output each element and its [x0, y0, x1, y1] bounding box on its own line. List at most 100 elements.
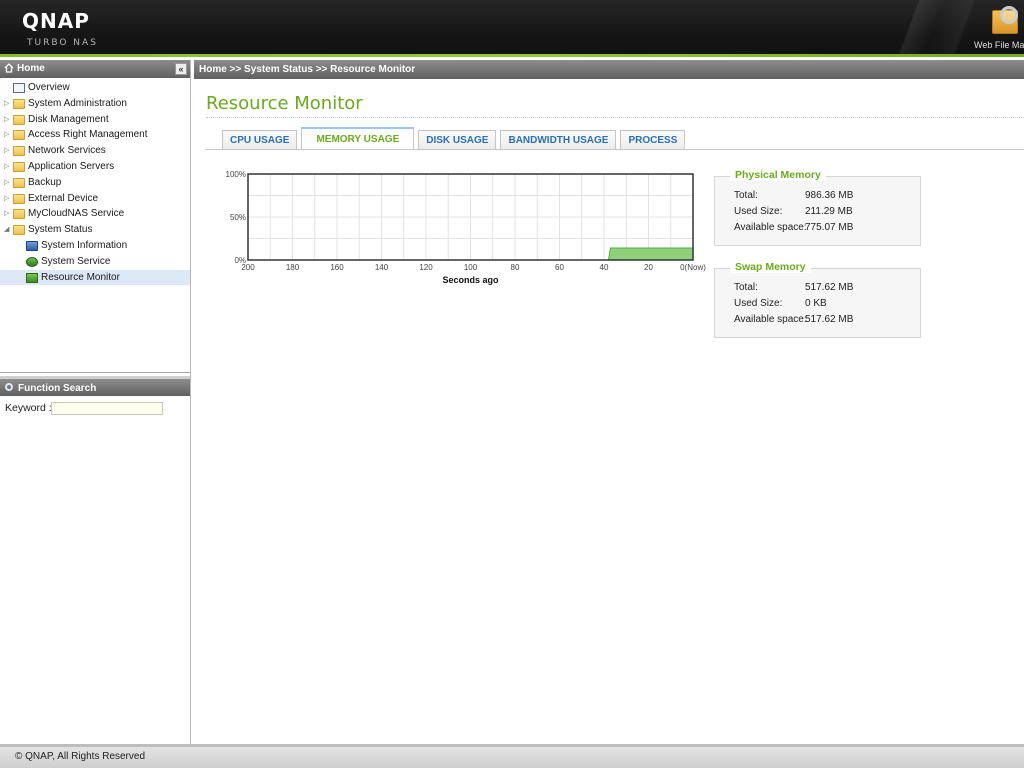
- y-tick-label: 0%: [234, 256, 246, 265]
- expanded-arrow-icon[interactable]: ◢: [4, 222, 9, 238]
- page-title: Resource Monitor: [206, 93, 363, 114]
- physical-memory-title: Physical Memory: [730, 169, 826, 181]
- swap-total-label: Total:: [734, 282, 758, 293]
- x-tick-label: 0(Now): [680, 263, 706, 272]
- product-name: TURBO NAS: [27, 38, 98, 48]
- navigation-tree: Overview ▷ System Administration ▷ Disk Mana…: [0, 78, 190, 373]
- expand-arrow-icon[interactable]: ▷: [4, 96, 9, 112]
- function-search-title: Function Search: [18, 383, 97, 394]
- collapse-sidebar-button[interactable]: «: [175, 63, 187, 75]
- chart-svg: 200 180 160 140 120 100 80 60 40 20 0(Now)0%50%100…: [226, 170, 707, 285]
- x-tick-label: 140: [375, 263, 389, 272]
- sidebar-item-label: External Device: [28, 192, 99, 204]
- physical-total-value: 986.36 MB: [805, 190, 854, 201]
- sidebar-item-label: System Information: [41, 239, 128, 251]
- folder-icon: [13, 193, 25, 204]
- physical-used-label: Used Size:: [734, 206, 783, 217]
- physical-available-value: 775.07 MB: [805, 222, 854, 233]
- title-divider: [206, 117, 1024, 118]
- header-divider: [0, 54, 1024, 57]
- y-tick-label: 100%: [226, 170, 246, 179]
- swap-memory-title: Swap Memory: [730, 261, 811, 273]
- overview-icon: [13, 83, 25, 93]
- physical-available-label: Available space:: [734, 222, 807, 233]
- magnifier-icon: [1000, 6, 1018, 24]
- sidebar-item-overview[interactable]: Overview: [0, 80, 190, 96]
- expand-arrow-icon[interactable]: ▷: [4, 191, 9, 207]
- sidebar-item-label: Resource Monitor: [41, 271, 120, 283]
- folder-icon: [13, 130, 25, 141]
- system-info-icon: [26, 240, 38, 251]
- physical-memory-box: Physical Memory Total: 986.36 MB Used Si…: [714, 169, 921, 246]
- sidebar-item-label: Disk Management: [28, 113, 109, 125]
- keyword-input[interactable]: [51, 402, 163, 415]
- expand-arrow-icon[interactable]: ▷: [4, 127, 9, 143]
- swap-memory-box: Swap Memory Total: 517.62 MB Used Size: …: [714, 261, 921, 338]
- x-tick-label: 80: [511, 263, 520, 272]
- x-tick-label: 120: [419, 263, 433, 272]
- sidebar-item-system-service[interactable]: System Service: [0, 254, 190, 270]
- sidebar-item-external-device[interactable]: ▷ External Device: [0, 191, 190, 207]
- folder-open-icon: [13, 225, 25, 236]
- sidebar-item-label: MyCloudNAS Service: [28, 208, 125, 220]
- sidebar: Home « Overview ▷ System Administration ▷ Di…: [0, 60, 191, 744]
- tab-bar: CPU USAGE MEMORY USAGE DISK USAGE BANDWIDTH…: [222, 127, 686, 149]
- breadcrumb: Home >> System Status >> Resource Monito…: [194, 60, 1024, 79]
- main-content: Resource Monitor CPU USAGE MEMORY USAGE DI…: [194, 79, 1024, 744]
- folder-icon: [13, 114, 25, 125]
- tab-divider: [206, 149, 1024, 150]
- sidebar-item-system-administration[interactable]: ▷ System Administration: [0, 96, 190, 112]
- expand-arrow-icon[interactable]: ▷: [4, 112, 9, 128]
- keyword-label: Keyword :: [5, 402, 52, 414]
- sidebar-item-system-status[interactable]: ◢ System Status: [0, 222, 190, 238]
- swap-total-value: 517.62 MB: [805, 282, 854, 293]
- sidebar-header: Home «: [0, 60, 190, 78]
- expand-arrow-icon[interactable]: ▷: [4, 143, 9, 159]
- sidebar-item-label: Backup: [28, 176, 62, 188]
- sidebar-item-access-right-management[interactable]: ▷ Access Right Management: [0, 127, 190, 143]
- x-tick-label: 100: [464, 263, 478, 272]
- sidebar-item-application-servers[interactable]: ▷ Application Servers: [0, 159, 190, 175]
- tab-bandwidth-usage[interactable]: BANDWIDTH USAGE: [500, 130, 617, 149]
- y-tick-label: 50%: [230, 213, 246, 222]
- x-tick-label: 180: [286, 263, 300, 272]
- sidebar-item-network-services[interactable]: ▷ Network Services: [0, 143, 190, 159]
- tab-process[interactable]: PROCESS: [620, 130, 686, 149]
- physical-used-value: 211.29 MB: [805, 206, 853, 217]
- physical-total-label: Total:: [734, 190, 758, 201]
- swap-available-label: Available space:: [734, 314, 807, 325]
- sidebar-item-mycloudnas-service[interactable]: ▷ MyCloudNAS Service: [0, 206, 190, 222]
- swap-used-label: Used Size:: [734, 298, 783, 309]
- system-service-icon: [26, 256, 38, 267]
- footer: © QNAP, All Rights Reserved: [0, 744, 1024, 768]
- tab-cpu-usage[interactable]: CPU USAGE: [222, 130, 298, 149]
- sidebar-item-system-information[interactable]: System Information: [0, 238, 190, 254]
- brand-logo: QNAP: [22, 9, 90, 33]
- tab-disk-usage[interactable]: DISK USAGE: [418, 130, 497, 149]
- sidebar-item-label: Access Right Management: [28, 129, 148, 141]
- search-icon: [5, 383, 13, 391]
- expand-arrow-icon[interactable]: ▷: [4, 159, 9, 175]
- web-file-manager-label: Web File Ma: [974, 40, 1024, 50]
- expand-arrow-icon[interactable]: ▷: [4, 175, 9, 191]
- sidebar-item-label: System Service: [41, 255, 111, 267]
- sidebar-item-resource-monitor[interactable]: Resource Monitor: [0, 269, 190, 286]
- expand-arrow-icon[interactable]: ▷: [4, 206, 9, 222]
- sidebar-item-label: Network Services: [28, 145, 106, 157]
- home-icon: [4, 63, 14, 73]
- swap-available-value: 517.62 MB: [805, 314, 854, 325]
- sidebar-title: Home: [17, 63, 45, 74]
- function-search-header: Function Search: [0, 376, 190, 396]
- x-tick-label: 160: [330, 263, 344, 272]
- folder-icon: [13, 209, 25, 220]
- x-tick-label: 60: [555, 263, 564, 272]
- sidebar-item-backup[interactable]: ▷ Backup: [0, 175, 190, 191]
- series-area-0: [607, 247, 694, 261]
- tab-memory-usage[interactable]: MEMORY USAGE: [301, 127, 415, 149]
- x-axis-label: Seconds ago: [442, 275, 499, 285]
- sidebar-item-disk-management[interactable]: ▷ Disk Management: [0, 112, 190, 128]
- folder-icon: [13, 177, 25, 188]
- x-tick-label: 20: [644, 263, 653, 272]
- sidebar-item-label: Application Servers: [28, 160, 115, 172]
- app-header: QNAP TURBO NAS Web File Ma: [0, 0, 1024, 57]
